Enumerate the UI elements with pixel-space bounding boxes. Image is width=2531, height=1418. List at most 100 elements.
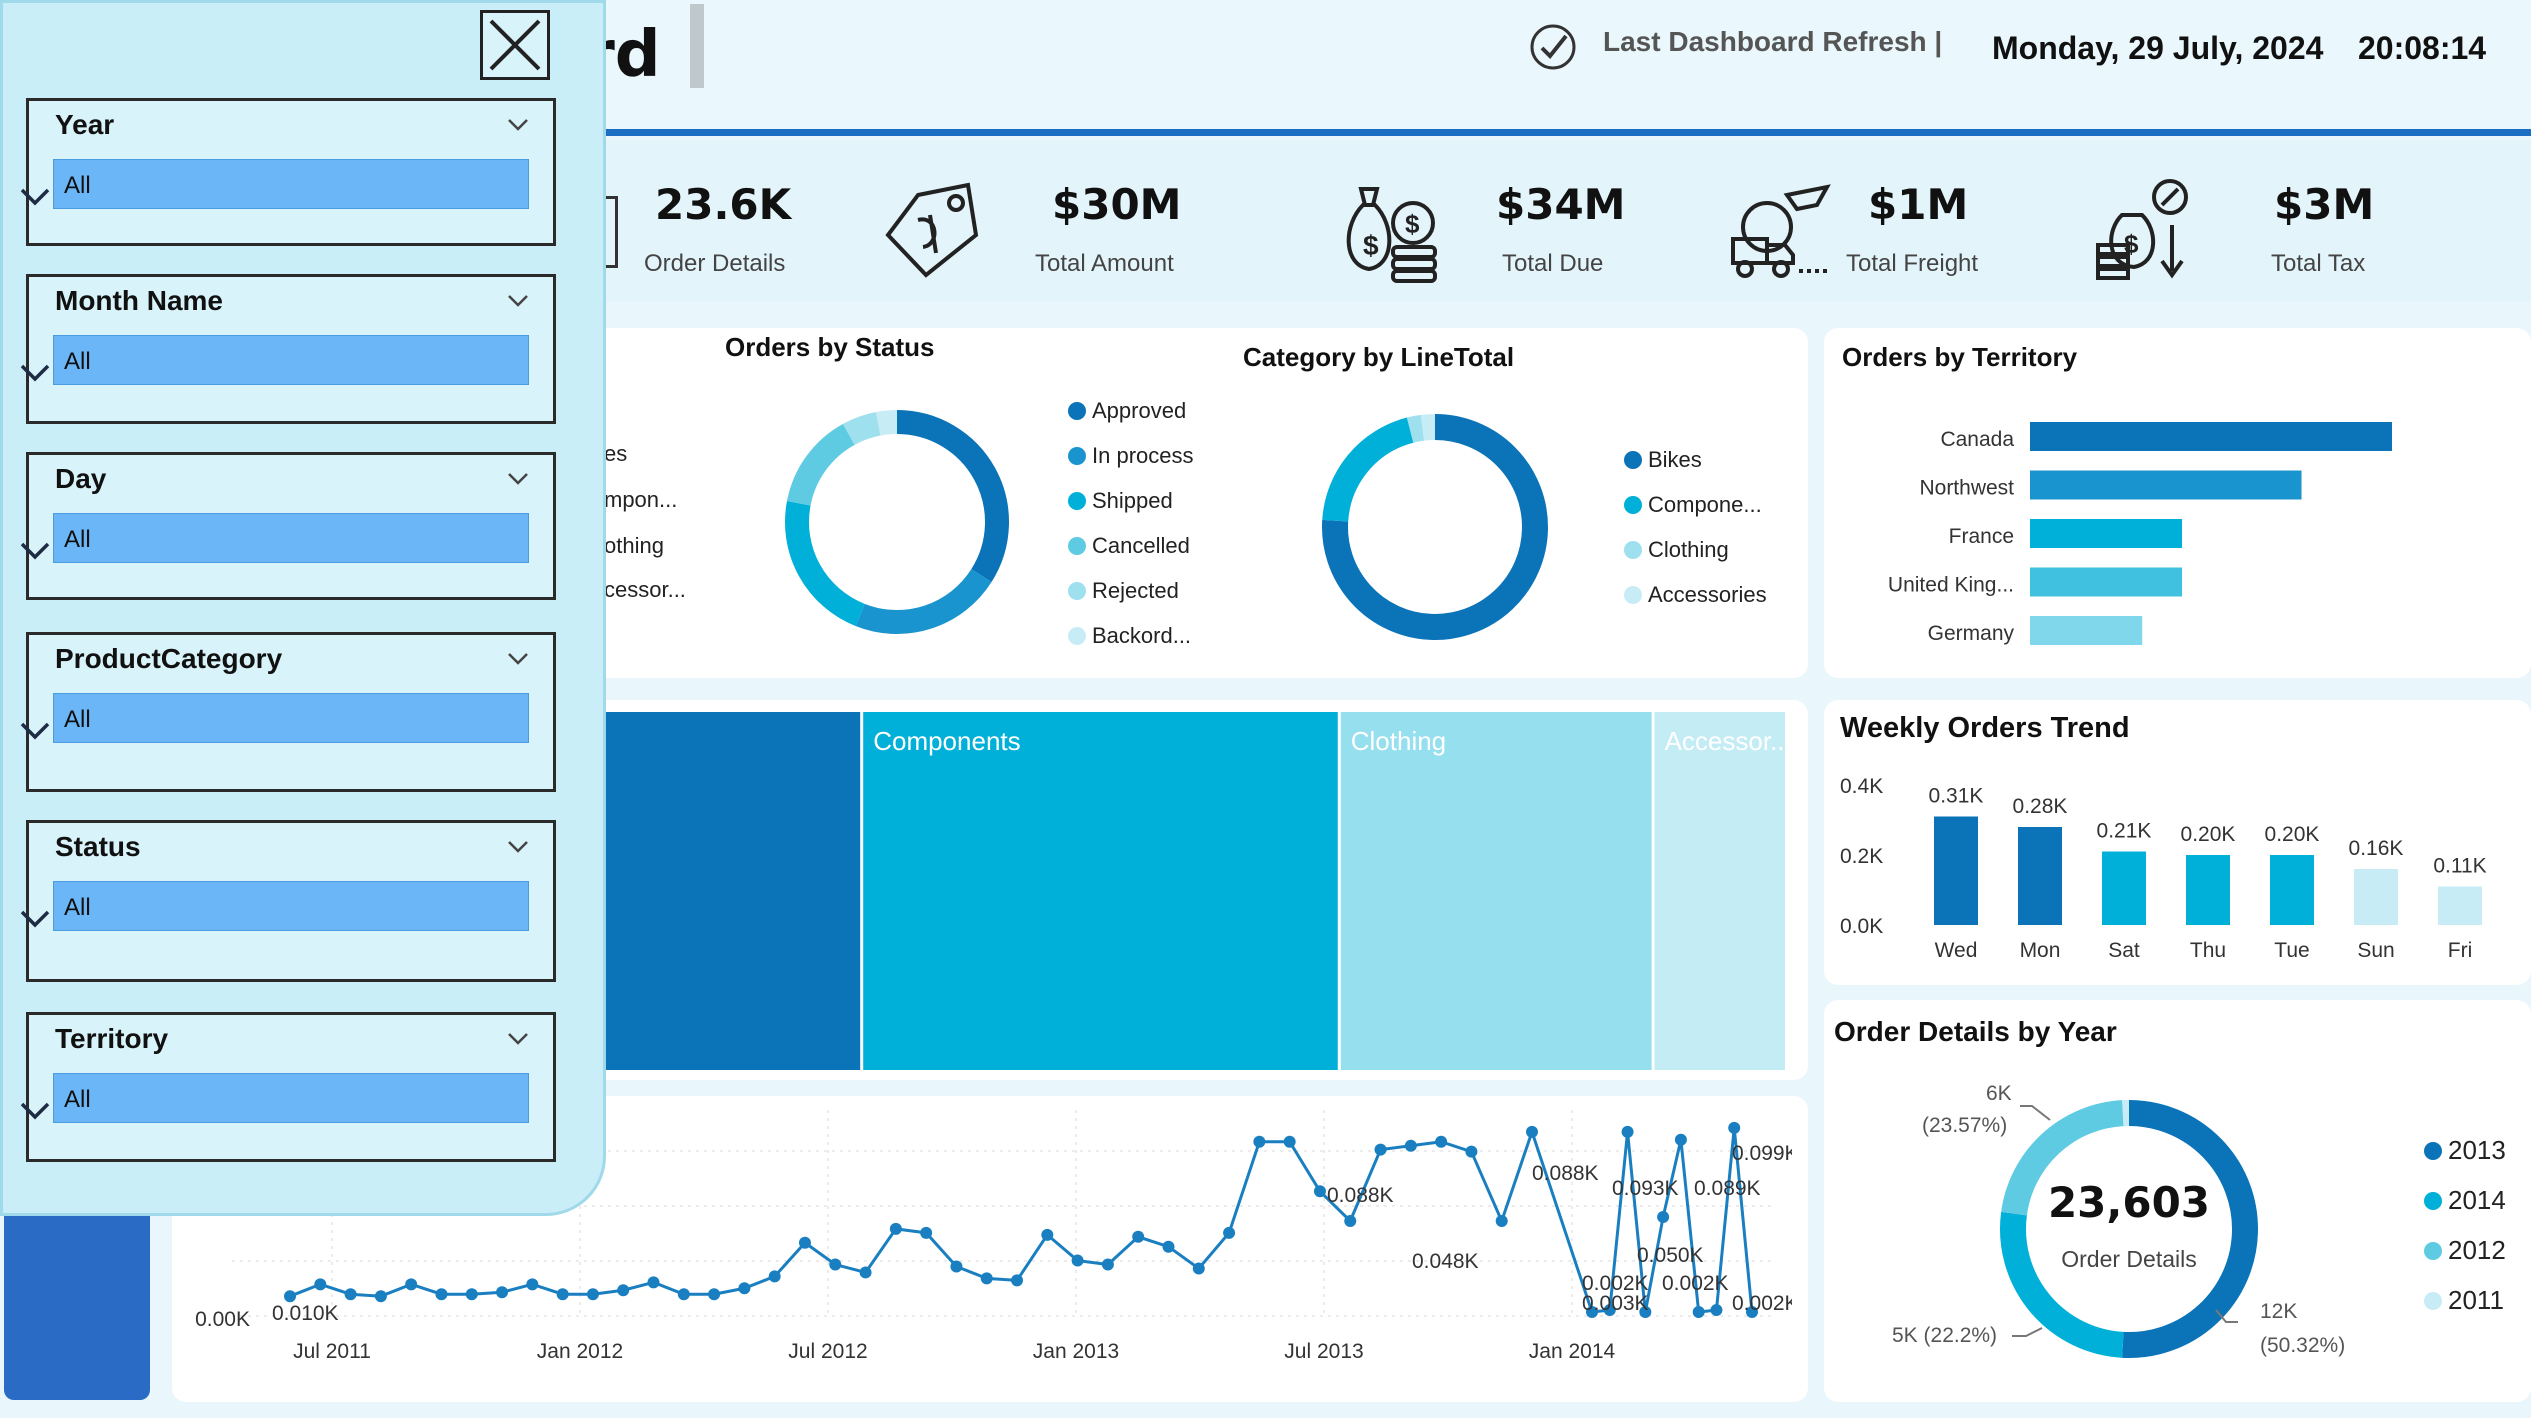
data-point[interactable] [1495,1214,1508,1227]
territory-bar[interactable] [2030,616,2143,645]
weekday-bar[interactable] [2354,869,2398,925]
data-point[interactable] [586,1288,599,1301]
weekday-bar[interactable] [2018,827,2062,925]
donut-slice-in-process[interactable] [855,568,992,634]
territory-bar[interactable] [2030,519,2183,548]
data-point[interactable] [1657,1211,1670,1223]
data-point[interactable] [1283,1135,1296,1148]
data-point[interactable] [1692,1306,1705,1319]
data-point[interactable] [496,1286,509,1299]
donut-slice-rejected[interactable] [843,411,881,446]
data-point[interactable] [1404,1139,1417,1152]
data-point[interactable] [435,1288,448,1301]
data-point[interactable] [1253,1135,1266,1148]
data-point[interactable] [738,1282,751,1295]
data-point[interactable] [284,1290,296,1303]
data-point[interactable] [798,1236,811,1249]
legend-item[interactable]: Cancelled [1068,533,1190,559]
treemap-tile[interactable] [1340,712,1652,1070]
data-point[interactable] [1041,1228,1054,1241]
data-point[interactable] [1132,1230,1145,1243]
data-point[interactable] [920,1226,933,1239]
data-point[interactable] [1674,1133,1687,1146]
data-point[interactable] [314,1278,327,1291]
chevron-down-icon[interactable] [507,113,529,135]
slicer-dropdown[interactable]: All [20,513,529,563]
chevron-down-icon[interactable] [507,467,529,489]
data-point[interactable] [1344,1214,1357,1227]
legend-item[interactable]: Approved [1068,398,1186,424]
data-point[interactable] [859,1266,872,1279]
legend-item[interactable]: Accessories [1624,582,1767,608]
data-point[interactable] [708,1288,721,1301]
slicer-dropdown[interactable]: All [20,159,529,209]
weekday-bar[interactable] [2102,851,2146,926]
data-point[interactable] [1011,1274,1024,1287]
legend-item[interactable]: 2013 [2424,1135,2506,1166]
data-point[interactable] [829,1258,842,1271]
territory-bar[interactable] [2030,470,2302,500]
data-point[interactable] [1374,1143,1387,1156]
data-point[interactable] [889,1222,902,1235]
data-point[interactable] [1621,1125,1634,1138]
weekday-bar[interactable] [2438,886,2482,926]
territory-bar[interactable] [2030,422,2392,451]
data-point[interactable] [950,1260,963,1273]
slicer-dropdown[interactable]: All [20,335,529,385]
data-point[interactable] [1101,1258,1114,1271]
donut-slice-backord-[interactable] [876,410,898,436]
data-point[interactable] [1071,1254,1084,1267]
line-data-label: 0.002K [1662,1272,1729,1295]
data-point[interactable] [374,1290,387,1303]
data-point[interactable] [465,1288,478,1301]
weekday-bar[interactable] [2186,855,2230,925]
treemap-tile[interactable] [863,712,1338,1070]
legend-item[interactable]: 2011 [2424,1285,2504,1316]
data-point[interactable] [677,1288,690,1301]
data-point[interactable] [1465,1145,1478,1158]
legend-item[interactable]: Clothing [1624,537,1729,563]
donut-slice-compone-[interactable] [1322,417,1414,522]
data-point[interactable] [526,1278,539,1291]
data-point[interactable] [1192,1262,1205,1275]
chevron-down-icon[interactable] [507,647,529,669]
slicer-dropdown[interactable]: All [20,1073,529,1123]
data-point[interactable] [1223,1226,1236,1239]
data-point[interactable] [1313,1185,1326,1198]
legend-item[interactable]: 2014 [2424,1185,2506,1216]
territory-bar[interactable] [2030,567,2183,597]
close-button[interactable] [480,10,550,80]
chevron-down-icon[interactable] [507,1027,529,1049]
legend-item[interactable]: Rejected [1068,578,1179,604]
donut-slice-accessories[interactable] [1420,414,1436,441]
weekday-bar[interactable] [1934,816,1978,926]
donut-slice-cancelled[interactable] [786,423,855,506]
data-point[interactable] [405,1278,418,1291]
data-point[interactable] [1435,1135,1448,1148]
chevron-down-icon[interactable] [507,835,529,857]
slicer-dropdown[interactable]: All [20,881,529,931]
donut-slice-shipped[interactable] [785,501,865,627]
legend-item[interactable]: In process [1068,443,1194,469]
legend-item[interactable]: Backord... [1068,623,1191,649]
chevron-down-icon[interactable] [507,289,529,311]
donut-slice-approved[interactable] [896,410,1009,583]
donut-slice-clothing[interactable] [1406,414,1425,443]
legend-item[interactable]: 2012 [2424,1235,2506,1266]
data-point[interactable] [647,1276,660,1289]
legend-item[interactable]: Bikes [1624,447,1702,473]
weekday-bar[interactable] [2270,855,2314,925]
legend-item[interactable]: Compone... [1624,492,1762,518]
data-point[interactable] [768,1270,781,1283]
data-point[interactable] [344,1288,357,1301]
legend-item[interactable]: Shipped [1068,488,1173,514]
data-point[interactable] [556,1288,569,1301]
data-point[interactable] [617,1284,630,1297]
data-point[interactable] [1710,1304,1723,1317]
data-point[interactable] [1162,1240,1175,1253]
data-point[interactable] [980,1272,993,1285]
slicer-dropdown[interactable]: All [20,693,529,743]
treemap-tile[interactable] [1654,712,1785,1070]
data-point[interactable] [1728,1121,1741,1134]
data-point[interactable] [1526,1125,1538,1138]
